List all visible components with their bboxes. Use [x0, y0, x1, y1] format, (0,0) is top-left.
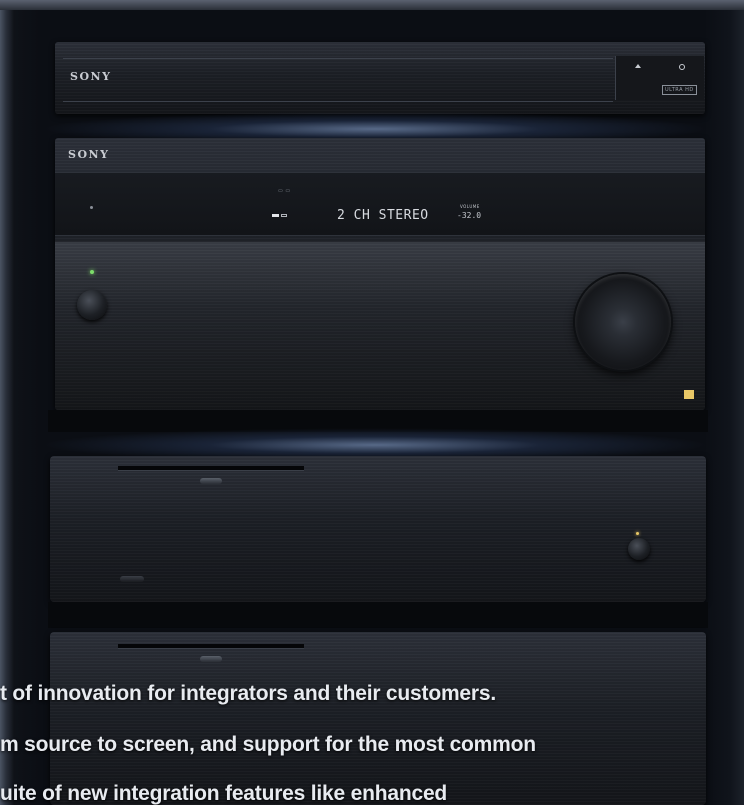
av-receiver-unit: SONY ▭ ▭ 2 CH STEREO VOLUME -32.0	[55, 138, 705, 410]
volume-knob[interactable]	[575, 274, 671, 370]
product-image: SONY ULTRA HD SONY ▭ ▭ 2 CH STEREO VOLUM…	[0, 0, 744, 805]
display-volume-label: VOLUME	[460, 204, 480, 209]
standby-indicator	[90, 206, 93, 209]
power-icon[interactable]	[679, 64, 685, 70]
indicator-square	[684, 390, 694, 399]
amp-top-indicator	[200, 478, 222, 484]
amp2-top-indicator	[200, 656, 222, 662]
ultra-hd-badge: ULTRA HD	[662, 85, 697, 95]
media-player-unit: SONY ULTRA HD	[55, 42, 705, 114]
amp-vent-slot	[118, 466, 304, 471]
display-input-indicator	[272, 214, 279, 217]
receiver-display-bar	[55, 172, 705, 236]
caption-line-1: t of innovation for integrators and thei…	[0, 682, 496, 705]
caption-line-3: uite of new integration features like en…	[0, 782, 448, 805]
power-knob[interactable]	[77, 290, 107, 320]
second-amplifier-unit	[50, 632, 706, 805]
amp2-vent-slot	[118, 644, 304, 649]
rack-gap-2	[48, 602, 708, 628]
amp-power-button[interactable]	[628, 538, 650, 560]
disc-tray	[63, 58, 613, 102]
caption-line-2: m source to screen, and support for the …	[0, 733, 536, 756]
power-led	[90, 270, 94, 274]
display-volume-value: -32.0	[457, 211, 482, 220]
eject-icon[interactable]	[635, 64, 641, 68]
top-strip	[0, 0, 744, 10]
display-small-indicators: ▭ ▭	[278, 188, 291, 194]
display-sound-mode: 2 CH STEREO	[337, 208, 429, 223]
display-input-indicator-outline	[281, 214, 287, 217]
power-amplifier-unit	[50, 456, 706, 602]
receiver-brand-logo: SONY	[68, 148, 110, 161]
amp-bottom-indicator	[120, 576, 144, 582]
amp-power-led	[636, 532, 639, 535]
